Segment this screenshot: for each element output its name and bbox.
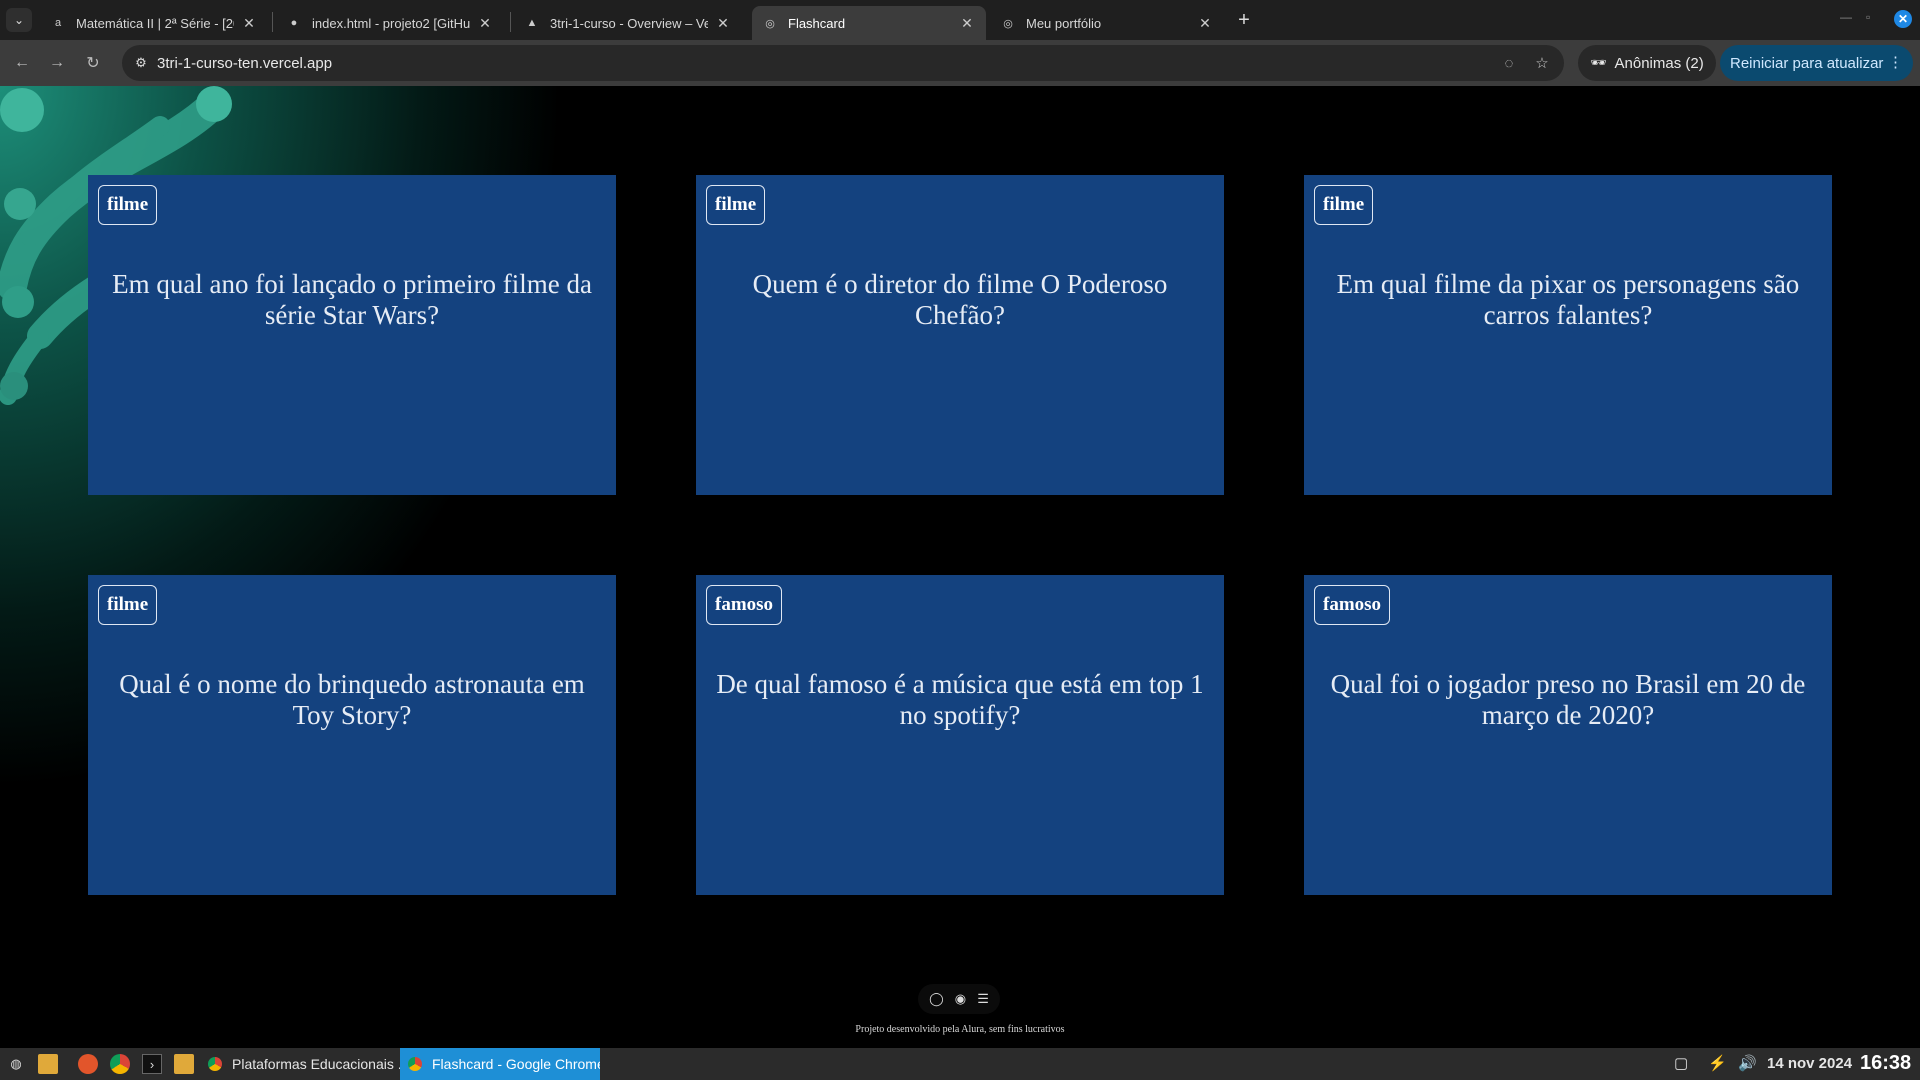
category-tag: filme xyxy=(706,185,766,225)
window-close-icon[interactable]: ✕ xyxy=(1894,10,1912,28)
restart-update-button[interactable]: Reiniciar para atualizar ⋮ xyxy=(1720,45,1913,81)
tab-title: Matemática II | 2ª Série - [20 xyxy=(76,15,234,31)
chrome-icon xyxy=(208,1057,222,1071)
flashcard[interactable]: famoso De qual famoso é a música que est… xyxy=(696,575,1224,895)
tab-title: Flashcard xyxy=(788,15,846,31)
taskbar-time[interactable]: 16:38 xyxy=(1860,1052,1911,1075)
flashcard[interactable]: filme Em qual ano foi lançado o primeiro… xyxy=(88,175,616,495)
tab-search-chevron-icon[interactable]: ⌄ xyxy=(6,8,32,32)
update-label: Reiniciar para atualizar xyxy=(1730,54,1884,72)
tab-flashcard[interactable]: ◎ Flashcard ✕ xyxy=(752,6,986,40)
card-question: De qual famoso é a música que está em to… xyxy=(716,669,1204,730)
tab-matematica[interactable]: a Matemática II | 2ª Série - [20 ✕ xyxy=(40,6,268,40)
a-logo-icon: a xyxy=(54,17,62,29)
card-question: Em qual filme da pixar os personagens sã… xyxy=(1336,269,1800,330)
flashcard[interactable]: filme Quem é o diretor do filme O Podero… xyxy=(696,175,1224,495)
terminal-icon[interactable]: › xyxy=(142,1054,162,1074)
folder-icon[interactable] xyxy=(38,1054,58,1074)
display-icon[interactable]: ▢ xyxy=(1674,1054,1688,1072)
tab-vercel[interactable]: ▲ 3tri-1-curso - Overview – Ve ✕ xyxy=(514,6,742,40)
globe-icon: ◎ xyxy=(765,17,775,30)
volume-icon[interactable]: 🔊 xyxy=(1738,1054,1757,1072)
speech-bubble-icon[interactable]: ◯ xyxy=(929,991,944,1007)
vercel-triangle-icon: ▲ xyxy=(526,17,538,29)
taskbar-window-plataformas[interactable]: Plataformas Educacionais ... xyxy=(200,1048,400,1080)
window-title: Plataformas Educacionais ... xyxy=(232,1056,400,1072)
window-title: Flashcard - Google Chrome xyxy=(432,1056,600,1072)
footer-text: Projeto desenvolvido pela Alura, sem fin… xyxy=(855,1024,1065,1035)
tab-github[interactable]: ● index.html - projeto2 [GitHub ✕ xyxy=(276,6,504,40)
card-question: Qual é o nome do brinquedo astronauta em… xyxy=(119,669,585,730)
flashcard[interactable]: filme Qual é o nome do brinquedo astrona… xyxy=(88,575,616,895)
folder-icon[interactable] xyxy=(174,1054,194,1074)
eye-off-icon[interactable]: ◌ xyxy=(1499,53,1519,73)
category-tag: famoso xyxy=(1314,585,1391,625)
browser-tab-strip: ⌄ a Matemática II | 2ª Série - [20 ✕ ● i… xyxy=(0,0,1920,40)
taskbar-window-flashcard[interactable]: Flashcard - Google Chrome xyxy=(400,1048,600,1080)
flashcard-page: filme Em qual ano foi lançado o primeiro… xyxy=(0,86,1920,1014)
category-tag: filme xyxy=(1314,185,1374,225)
card-question: Quem é o diretor do filme O Poderoso Che… xyxy=(752,269,1168,330)
incognito-label: Anônimas (2) xyxy=(1614,54,1704,72)
close-icon[interactable]: ✕ xyxy=(958,15,976,32)
reload-icon[interactable]: ↻ xyxy=(81,51,105,75)
incognito-icon: 🕶 xyxy=(1590,55,1607,70)
maximize-icon[interactable]: ▫ xyxy=(1866,10,1870,24)
card-question: Em qual ano foi lançado o primeiro filme… xyxy=(112,269,592,330)
toggle-icon[interactable]: ◉ xyxy=(955,991,966,1007)
category-tag: filme xyxy=(98,185,158,225)
address-bar[interactable]: ⚙ 3tri-1-curso-ten.vercel.app ◌ ☆ xyxy=(122,45,1564,81)
flashcard[interactable]: famoso Qual foi o jogador preso no Brasi… xyxy=(1304,575,1832,895)
menu-dots-icon[interactable]: ⋮ xyxy=(1888,53,1903,71)
back-arrow-icon[interactable]: ← xyxy=(10,51,34,75)
firefox-icon[interactable] xyxy=(78,1054,98,1074)
minimize-icon[interactable]: — xyxy=(1840,10,1852,24)
close-icon[interactable]: ✕ xyxy=(476,15,494,32)
browser-toolbar: ← → ↻ ⚙ 3tri-1-curso-ten.vercel.app ◌ ☆ … xyxy=(0,40,1920,86)
tab-divider xyxy=(510,12,511,32)
category-tag: famoso xyxy=(706,585,783,625)
chrome-icon xyxy=(408,1057,422,1071)
close-icon[interactable]: ✕ xyxy=(714,15,732,32)
bookmark-star-icon[interactable]: ☆ xyxy=(1532,53,1552,73)
tab-portfolio[interactable]: ◎ Meu portfólio ✕ xyxy=(990,6,1224,40)
start-menu-icon[interactable]: ◍ xyxy=(6,1054,26,1074)
menu-icon[interactable]: ☰ xyxy=(977,991,989,1007)
new-tab-plus-icon[interactable]: + xyxy=(1232,8,1256,32)
power-icon[interactable]: ⚡ xyxy=(1708,1054,1727,1072)
github-icon: ● xyxy=(290,17,298,29)
tab-title: Meu portfólio xyxy=(1026,15,1102,31)
globe-icon: ◎ xyxy=(1003,17,1013,30)
flashcard[interactable]: filme Em qual filme da pixar os personag… xyxy=(1304,175,1832,495)
tab-title: 3tri-1-curso - Overview – Ve xyxy=(550,15,708,31)
tab-divider xyxy=(272,12,273,32)
site-settings-icon[interactable]: ⚙ xyxy=(132,54,150,72)
taskbar-date[interactable]: 14 nov 2024 xyxy=(1767,1055,1852,1072)
os-taskbar: ◍ › Plataformas Educacionais ... Flashca… xyxy=(0,1048,1920,1080)
close-icon[interactable]: ✕ xyxy=(1196,15,1214,32)
forward-arrow-icon[interactable]: → xyxy=(45,51,69,75)
accessibility-widget[interactable]: ◯ ◉ ☰ xyxy=(918,984,1000,1014)
url-text[interactable]: 3tri-1-curso-ten.vercel.app xyxy=(157,55,332,72)
card-question: Qual foi o jogador preso no Brasil em 20… xyxy=(1330,669,1806,730)
close-icon[interactable]: ✕ xyxy=(240,15,258,32)
chrome-icon[interactable] xyxy=(110,1054,130,1074)
category-tag: filme xyxy=(98,585,158,625)
incognito-button[interactable]: 🕶 Anônimas (2) xyxy=(1578,45,1716,81)
tab-title: index.html - projeto2 [GitHub xyxy=(312,15,470,31)
